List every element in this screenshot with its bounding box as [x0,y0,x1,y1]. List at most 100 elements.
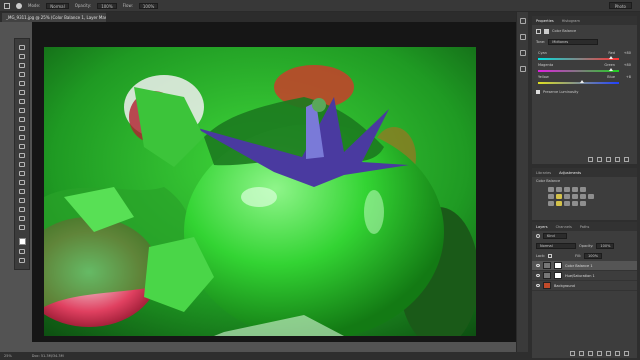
slider-knob[interactable] [579,80,584,83]
slider-track[interactable] [538,80,619,84]
tab-adjustments[interactable]: Adjustments [559,171,581,175]
color-balance-adj-icon[interactable] [556,194,562,199]
brush-tool-icon[interactable] [19,108,25,113]
lasso-tool-icon[interactable] [19,63,25,68]
eye-icon[interactable] [536,284,540,287]
slider-value[interactable]: +8 [626,75,631,79]
layer-row[interactable]: Color Balance 1 [532,261,637,271]
screen-mode-icon[interactable] [19,258,25,263]
lock-icon[interactable] [548,254,553,258]
crop-tool-icon[interactable] [19,81,25,86]
slider-knob[interactable] [608,56,613,59]
slider-track[interactable] [538,68,619,72]
zoom-tool-icon[interactable] [19,216,25,221]
delete-layer-icon[interactable] [624,351,629,356]
brush-preset-icon[interactable] [16,2,22,9]
clone-stamp-tool-icon[interactable] [19,117,25,122]
dodge-tool-icon[interactable] [19,162,25,167]
fx-icon[interactable] [579,351,584,356]
zoom-level[interactable]: 25% [4,354,12,358]
threshold-icon[interactable] [564,201,570,206]
tab-histogram[interactable]: Histogram [562,19,580,23]
flow-input[interactable]: 100% [138,2,159,9]
fill-input[interactable]: 100% [584,253,603,259]
move-tool-icon[interactable] [19,45,25,50]
posterize-icon[interactable] [556,201,562,206]
eye-icon[interactable] [536,264,540,267]
new-layer-icon[interactable] [615,351,620,356]
levels-icon[interactable] [556,187,562,192]
color-lookup-icon[interactable] [588,194,594,199]
eye-icon[interactable] [536,274,540,277]
new-group-icon[interactable] [606,351,611,356]
slider-value[interactable]: +80 [624,63,631,67]
pen-tool-icon[interactable] [19,171,25,176]
preserve-luminosity-checkbox[interactable] [536,90,540,94]
play-icon[interactable] [519,18,526,24]
clip-to-layer-icon[interactable] [588,157,593,162]
exposure-icon[interactable] [572,187,578,192]
link-layers-icon[interactable] [570,351,575,356]
tab-channels[interactable]: Channels [556,225,572,229]
trash-icon[interactable] [624,157,629,162]
channel-mixer-icon[interactable] [580,194,586,199]
hand-tool-icon[interactable] [19,207,25,212]
brightness-icon[interactable] [548,187,554,192]
mask-thumbnail[interactable] [554,262,562,269]
workspace-select[interactable]: Photo [608,2,632,9]
mask-thumbnail[interactable] [554,272,562,279]
tab-paths[interactable]: Paths [580,225,590,229]
eraser-tool-icon[interactable] [19,135,25,140]
quick-select-tool-icon[interactable] [19,72,25,77]
mode-select[interactable]: Normal [46,2,69,9]
reset-icon[interactable] [606,157,611,162]
gradient-map-icon[interactable] [572,201,578,206]
history-brush-tool-icon[interactable] [19,126,25,131]
layer-row[interactable]: Hue/Saturation 1 [532,271,637,281]
tone-select[interactable]: Midtones [548,39,599,45]
photo-filter-icon[interactable] [572,194,578,199]
tab-layers[interactable]: Layers [536,225,548,229]
tab-properties[interactable]: Properties [536,19,554,23]
invert-icon[interactable] [548,201,554,206]
layer-row[interactable]: Background [532,281,637,291]
marquee-tool-icon[interactable] [19,54,25,59]
canvas-image[interactable] [44,47,476,336]
info-icon[interactable] [519,66,526,72]
healing-brush-tool-icon[interactable] [19,99,25,104]
slider-value[interactable]: +80 [624,51,631,55]
visibility-icon[interactable] [615,157,620,162]
slider-right-label: Blue [607,75,615,79]
blend-mode-select[interactable]: Normal [536,243,576,249]
selective-color-icon[interactable] [580,201,586,206]
shape-tool-icon[interactable] [19,198,25,203]
slider-knob[interactable] [608,68,613,71]
blur-tool-icon[interactable] [19,153,25,158]
slider-track[interactable] [538,56,619,60]
vibrance-icon[interactable] [580,187,586,192]
new-adjustment-icon[interactable] [597,351,602,356]
properties-icon[interactable] [519,34,526,40]
document-tab[interactable]: _MG_9311.jpg @ 25% (Color Balance 1, Lay… [2,13,106,22]
adjustments-icon[interactable] [519,50,526,56]
color-balance-sliders: Cyan +80 Red Magenta +80 Green Yellow +8 Blue [532,51,637,87]
photoshop-home-icon[interactable] [4,2,10,9]
layer-opacity-input[interactable]: 100% [596,243,615,249]
gradient-tool-icon[interactable] [19,144,25,149]
add-mask-icon[interactable] [588,351,593,356]
quick-mask-icon[interactable] [19,249,25,254]
tab-libraries[interactable]: Libraries [536,171,551,175]
adjustment-icons [532,185,637,208]
more-tools-icon[interactable] [19,225,25,230]
opacity-input[interactable]: 100% [97,2,117,9]
hue-saturation-icon[interactable] [548,194,554,199]
foreground-color-swatch[interactable] [18,238,26,245]
mask-icon[interactable] [544,28,549,34]
type-tool-icon[interactable] [19,180,25,185]
curves-icon[interactable] [564,187,570,192]
view-previous-icon[interactable] [597,157,602,162]
eyedropper-tool-icon[interactable] [19,90,25,95]
path-select-tool-icon[interactable] [19,189,25,194]
layer-filter-select[interactable]: Kind [543,233,567,239]
black-white-icon[interactable] [564,194,570,199]
